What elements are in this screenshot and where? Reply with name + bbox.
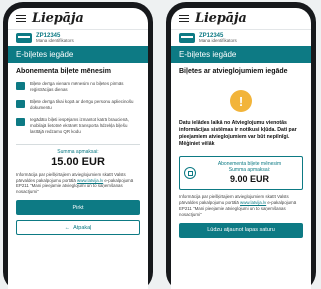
error-message: Datu ielādes laikā no Atvieglojumu vieno… bbox=[179, 120, 297, 148]
hamburger-menu-icon[interactable] bbox=[16, 14, 26, 23]
id-card-icon bbox=[16, 99, 25, 108]
sum-label: Summa apmaksai: bbox=[57, 148, 99, 155]
screen-right: Liepāja ZP12345 Mana identifikators E-bi… bbox=[171, 8, 311, 289]
sum-value: 15.00 EUR bbox=[51, 155, 105, 168]
card-subtitle: Mana identifikators bbox=[199, 37, 237, 43]
back-button-label: Atpakaļ bbox=[73, 224, 92, 231]
ticket-sum: 9.00 EUR bbox=[229, 173, 270, 184]
identifier-card[interactable]: ZP12345 Mana identifikators bbox=[171, 30, 311, 46]
card-icon bbox=[179, 33, 195, 43]
identifier-card[interactable]: ZP12345 Mana identifikators bbox=[8, 30, 148, 46]
info-row-qr: Iegādāto biļeti iespējams izmantot katrā… bbox=[8, 114, 148, 138]
benefits-info: Informācija par piešķirtajiem atviegloju… bbox=[8, 168, 148, 196]
info-row-document: Biļete derīga tikai kopā ar derīgu perso… bbox=[8, 96, 148, 114]
qr-code-icon bbox=[16, 117, 25, 126]
hamburger-menu-icon[interactable] bbox=[179, 14, 189, 23]
calendar-icon bbox=[16, 82, 25, 90]
latvija-link[interactable]: www.latvija.lv bbox=[77, 178, 103, 183]
ticket-card[interactable]: Abonementa biļete mēnesim Summa apmaksai… bbox=[179, 156, 303, 190]
calendar-icon bbox=[184, 166, 196, 179]
ticket-type-title: Abonementa biļete mēnesim bbox=[16, 68, 111, 75]
page-title: E-biļetes iegāde bbox=[8, 46, 148, 63]
app-logo: Liepāja bbox=[195, 11, 247, 26]
back-button[interactable]: ← Atpakaļ bbox=[16, 220, 140, 236]
benefits-info: Informācija par piešķirtajiem atviegloju… bbox=[171, 190, 311, 218]
card-subtitle: Mana identifikators bbox=[36, 37, 74, 43]
warning-icon: ! bbox=[230, 90, 252, 112]
page-title: E-biļetes iegāde bbox=[171, 46, 311, 63]
card-icon bbox=[16, 33, 32, 43]
info-text: Iegādāto biļeti iespējams izmantot katrā… bbox=[30, 116, 129, 134]
sum-box: Summa apmaksai: 15.00 EUR bbox=[16, 143, 140, 168]
phone-left: Liepāja ZP12345 Mana identifikators E-bi… bbox=[3, 2, 153, 289]
top-bar: Liepāja bbox=[171, 8, 311, 30]
top-bar: Liepāja bbox=[8, 8, 148, 30]
buy-button[interactable]: Pirkt bbox=[16, 200, 140, 216]
info-row-validity: Biļete derīga vienam mēnesim no biļetes … bbox=[8, 78, 148, 96]
phone-right: Liepāja ZP12345 Mana identifikators E-bi… bbox=[166, 2, 316, 289]
info-text: Biļete derīga tikai kopā ar derīgu perso… bbox=[30, 98, 134, 110]
reload-button[interactable]: Lūdzu atjaunot lapas saturu bbox=[179, 222, 303, 238]
arrow-left-icon: ← bbox=[64, 224, 71, 231]
app-logo: Liepāja bbox=[32, 11, 84, 26]
latvija-link[interactable]: www.latvija.lv bbox=[240, 200, 266, 205]
info-text: Biļete derīga vienam mēnesim no biļetes … bbox=[30, 81, 124, 92]
ticket-type-title: Biļetes ar atvieglojumiem iegāde bbox=[179, 68, 288, 75]
screen-left: Liepāja ZP12345 Mana identifikators E-bi… bbox=[8, 8, 148, 289]
